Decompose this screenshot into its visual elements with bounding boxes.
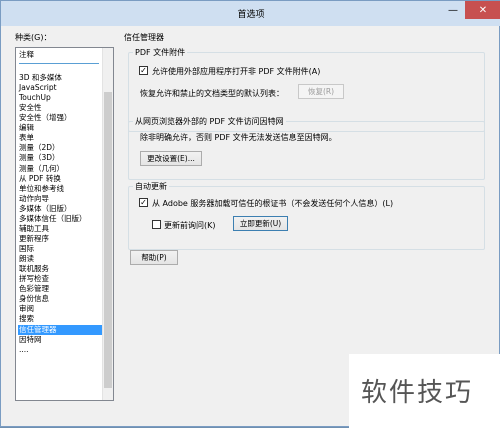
category-item[interactable]: 多媒体（旧版） [19, 204, 99, 214]
category-item[interactable]: 安全性（增强） [19, 113, 99, 123]
category-item[interactable]: 测量（几何） [19, 164, 99, 174]
window-title: 首选项 [237, 10, 265, 20]
update-now-button[interactable]: 立即更新(U) [233, 216, 288, 231]
help-button[interactable]: 帮助(P) [130, 250, 178, 265]
category-item[interactable]: 朗读 [19, 254, 99, 264]
auto-update-caption: 自动更新 [133, 181, 169, 192]
watermark: 软件技巧 [349, 354, 500, 428]
category-item[interactable]: 审阅 [19, 304, 99, 314]
category-item[interactable]: 搜索 [19, 314, 99, 324]
allow-attachments-label: 允许使用外部应用程序打开非 PDF 文件附件(A) [152, 67, 321, 76]
change-settings-button[interactable]: 更改设置(E)... [140, 151, 202, 166]
category-item[interactable]: 编辑 [19, 123, 99, 133]
category-item[interactable]: 测量（3D） [19, 153, 99, 163]
restore-defaults-text: 恢复允许和禁止的文档类型的默认列表： [140, 89, 284, 98]
scrollbar-thumb[interactable] [104, 92, 112, 388]
category-item[interactable]: 色彩管理 [19, 284, 99, 294]
category-item[interactable]: 3D 和多媒体 [19, 73, 99, 83]
category-item[interactable]: 信任管理器 [18, 324, 103, 335]
allow-attachments-checkbox[interactable]: ✓ [139, 66, 148, 75]
category-item[interactable]: 表单 [19, 133, 99, 143]
auto-update-group [128, 186, 485, 250]
category-item[interactable]: 更新程序 [19, 234, 99, 244]
close-button[interactable]: ✕ [465, 1, 500, 19]
category-item[interactable]: 从 PDF 转换 [19, 174, 99, 184]
category-item[interactable]: 注释 [19, 50, 99, 60]
category-item[interactable]: 因特网 [19, 335, 99, 345]
pdf-attachment-caption: PDF 文件附件 [133, 47, 188, 58]
category-item[interactable]: 安全性 [19, 103, 99, 113]
category-item[interactable]: JavaScript [19, 83, 99, 93]
internet-access-description: 除非明确允许，否则 PDF 文件无法发送信息至因特网。 [140, 133, 337, 142]
category-item[interactable]: TouchUp [19, 93, 99, 103]
category-item[interactable]: 多媒体信任（旧版） [19, 214, 99, 224]
title-bar: 首选项 — ✕ [1, 1, 500, 26]
category-item[interactable]: 动作向导 [19, 194, 99, 204]
category-item[interactable]: 辅助工具 [19, 224, 99, 234]
category-item[interactable]: 身份信息 [19, 294, 99, 304]
category-list[interactable]: 注释 3D 和多媒体 JavaScript TouchUp 安全性 安全性（增强） 编辑 表单… [15, 47, 114, 401]
category-item[interactable]: 测量（2D） [19, 143, 99, 153]
minimize-button[interactable]: — [441, 1, 465, 19]
category-item[interactable]: 单位和参考线 [19, 184, 99, 194]
category-item[interactable]: 联机服务 [19, 264, 99, 274]
category-label: 种类(G)： [15, 33, 52, 42]
restore-button[interactable]: 恢复(R) [298, 84, 344, 99]
category-item[interactable]: .... [19, 345, 99, 355]
panel-title: 信任管理器 [124, 33, 164, 42]
ask-before-update-label: 更新前询问(K) [164, 221, 216, 230]
list-divider [19, 63, 99, 64]
load-root-certs-checkbox[interactable]: ✓ [139, 198, 148, 207]
category-item[interactable]: 拼写检查 [19, 274, 99, 284]
category-item[interactable]: 国际 [19, 244, 99, 254]
ask-before-update-checkbox[interactable] [152, 220, 161, 229]
list-scrollbar[interactable] [102, 48, 113, 400]
load-root-certs-label: 从 Adobe 服务器加载可信任的根证书（不会发送任何个人信息）(L) [152, 199, 394, 208]
internet-access-caption: 从网页浏览器外部的 PDF 文件访问因特网 [133, 116, 286, 127]
preferences-dialog: 首选项 — ✕ 种类(G)： 注释 3D 和多媒体 JavaScript TouchU… [0, 0, 500, 428]
watermark-text: 软件技巧 [361, 378, 474, 408]
